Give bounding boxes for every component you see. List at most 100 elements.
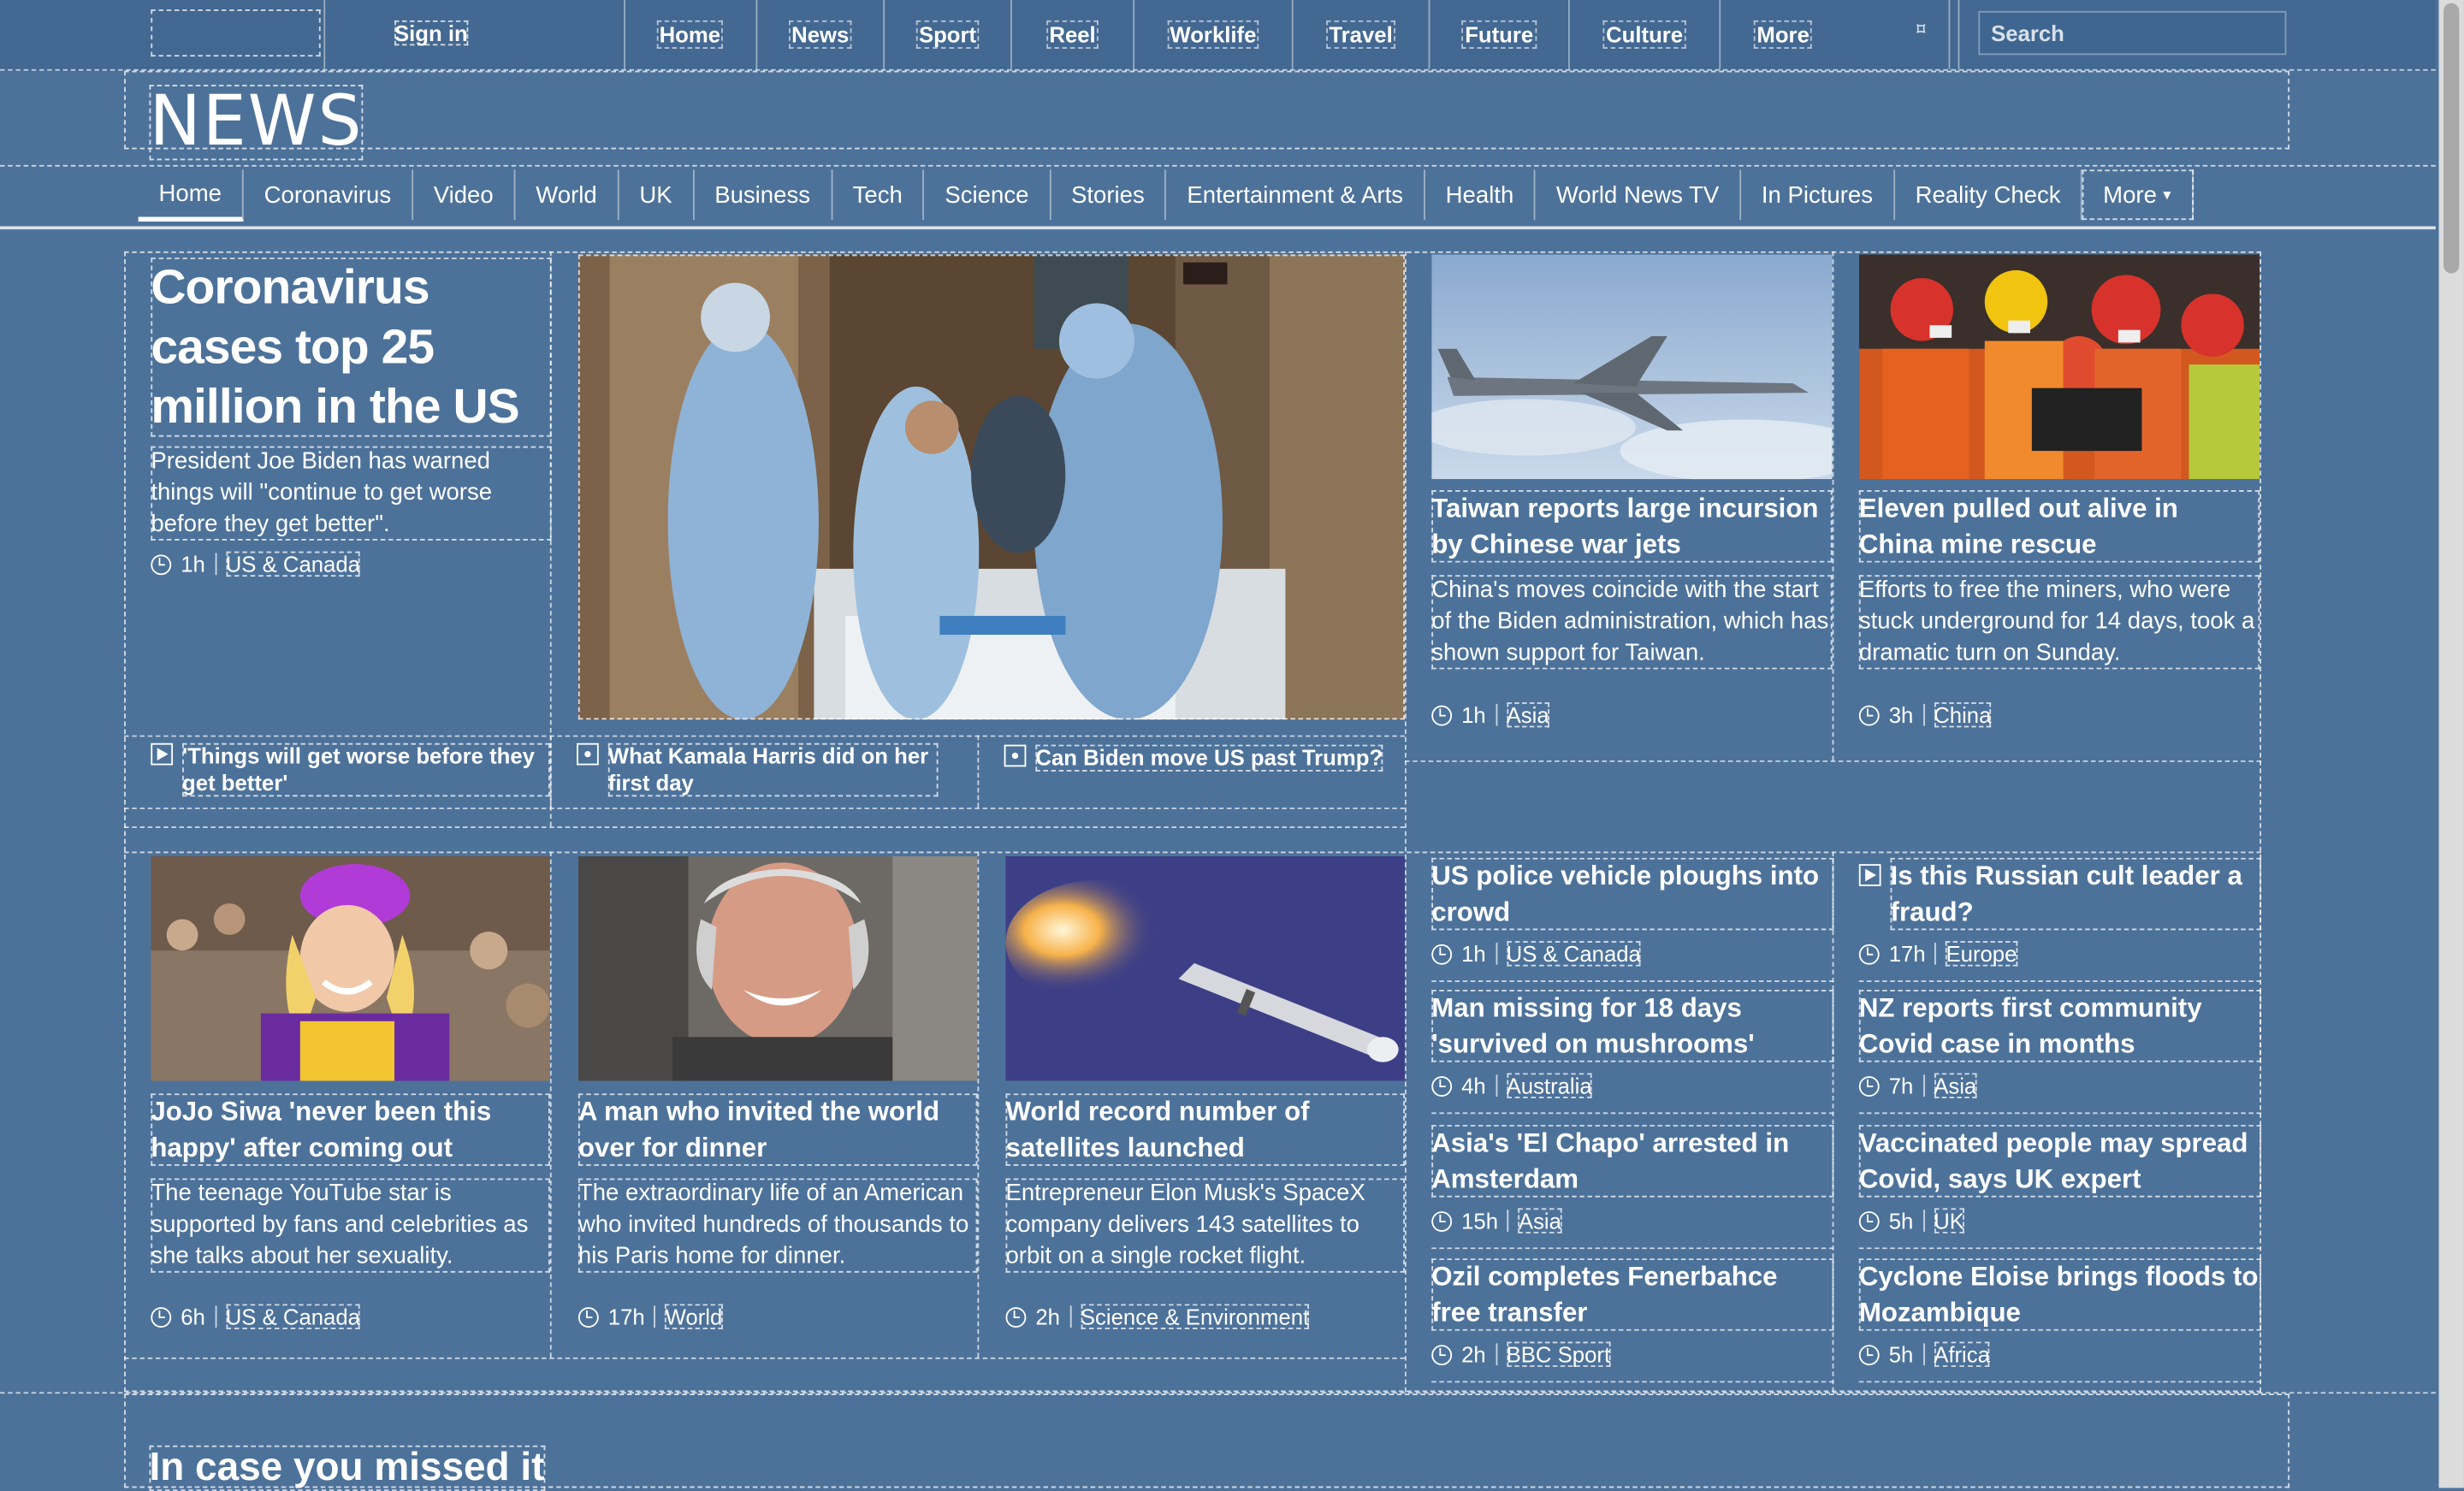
chevron-down-icon: ▾: [2163, 186, 2171, 204]
clock-icon: [151, 1306, 172, 1328]
page-scrollbar[interactable]: [2438, 0, 2464, 1488]
divider: [214, 1305, 216, 1328]
lead-section-link[interactable]: US & Canada: [225, 551, 360, 577]
divider: [977, 851, 980, 1358]
section-nav-more-button[interactable]: More ▾: [2082, 169, 2194, 221]
story-section-link[interactable]: US & Canada: [225, 1304, 360, 1329]
story-section-link[interactable]: Europe: [1946, 941, 2017, 967]
section-nav-item[interactable]: UK: [619, 169, 695, 221]
story-section-link[interactable]: China: [1934, 702, 1992, 728]
top-nav-home[interactable]: Home: [624, 0, 758, 69]
news-brand-logo[interactable]: NEWS: [149, 84, 364, 161]
story-image-dinner-host[interactable]: [578, 856, 978, 1081]
story-image-mine-rescue[interactable]: [1858, 254, 2260, 480]
story-headline[interactable]: World record number of satellites launch…: [1005, 1093, 1406, 1166]
small-story[interactable]: Asia's 'El Chapo' arrested in Amsterdam 1…: [1431, 1125, 1834, 1251]
story-meta: 6h US & Canada: [151, 1304, 360, 1329]
story-headline[interactable]: Is this Russian cult leader a fraud?: [1890, 857, 2262, 931]
lead-image-hospital[interactable]: [578, 254, 1406, 720]
story-headline[interactable]: Eleven pulled out alive in China mine re…: [1858, 490, 2260, 563]
related-link-3[interactable]: Can Biden move US past Trump?: [1004, 744, 1405, 772]
story-headline[interactable]: NZ reports first community Covid case in…: [1858, 990, 2262, 1062]
top-nav-sport[interactable]: Sport: [885, 0, 1012, 69]
divider: [214, 553, 216, 576]
story-section-link[interactable]: Australia: [1506, 1073, 1592, 1098]
story-section-link[interactable]: US & Canada: [1506, 941, 1641, 967]
story-meta: 1h Asia: [1431, 702, 1549, 728]
section-nav-item[interactable]: Tech: [832, 169, 925, 221]
story-section-link[interactable]: Asia: [1506, 702, 1549, 728]
top-nav-news[interactable]: News: [757, 0, 886, 69]
story-meta: 3h China: [1858, 702, 1992, 728]
story-headline[interactable]: Asia's 'El Chapo' arrested in Amsterdam: [1431, 1125, 1834, 1198]
top-nav-more[interactable]: More ⌑: [1721, 0, 1960, 69]
scrollbar-thumb[interactable]: [2443, 3, 2460, 274]
small-story[interactable]: NZ reports first community Covid case in…: [1858, 990, 2262, 1115]
story-time: 17h: [607, 1304, 645, 1329]
section-nav-item[interactable]: In Pictures: [1741, 169, 1895, 221]
story-image-jet[interactable]: [1431, 254, 1833, 480]
lead-headline[interactable]: Coronavirus cases top 25 million in the …: [151, 257, 552, 437]
section-nav-item[interactable]: Business: [694, 169, 832, 221]
story-headline[interactable]: Man missing for 18 days 'survived on mus…: [1431, 990, 1834, 1062]
bbc-logo[interactable]: [151, 9, 321, 57]
section-nav-item[interactable]: Home: [138, 169, 244, 222]
story-headline[interactable]: JoJo Siwa 'never been this happy' after …: [151, 1093, 550, 1166]
story-meta: 5h Africa: [1858, 1341, 1990, 1367]
divider: [977, 735, 980, 808]
section-nav-item[interactable]: Entertainment & Arts: [1166, 169, 1425, 221]
top-nav-future[interactable]: Future: [1430, 0, 1570, 69]
story-section-link[interactable]: BBC Sport: [1506, 1341, 1611, 1367]
section-nav-item[interactable]: Stories: [1051, 169, 1167, 221]
story-meta: 2h BBC Sport: [1431, 1341, 1611, 1367]
small-story[interactable]: Is this Russian cult leader a fraud? 17h E…: [1858, 857, 2262, 984]
story-section-link[interactable]: Asia: [1518, 1208, 1561, 1234]
related-link-2[interactable]: What Kamala Harris did on her first day: [577, 743, 939, 797]
story-headline[interactable]: Vaccinated people may spread Covid, says…: [1858, 1125, 2262, 1198]
section-nav-item[interactable]: World: [515, 169, 619, 221]
section-nav-item[interactable]: Reality Check: [1895, 169, 2083, 221]
small-story[interactable]: Cyclone Eloise brings floods to Mozambiq…: [1858, 1258, 2262, 1384]
story-section-link[interactable]: UK: [1934, 1208, 1964, 1234]
story-image-rocket-launch[interactable]: [1005, 856, 1406, 1081]
small-story[interactable]: US police vehicle ploughs into crowd 1h US…: [1431, 857, 1834, 984]
play-icon: [1858, 864, 1881, 886]
top-nav-reel[interactable]: Reel: [1012, 0, 1135, 69]
search-input[interactable]: [1978, 10, 2287, 56]
small-story[interactable]: Man missing for 18 days 'survived on mus…: [1431, 990, 1834, 1115]
story-headline[interactable]: Ozil completes Fenerbahce free transfer: [1431, 1258, 1834, 1331]
section-nav-item[interactable]: Video: [413, 169, 516, 221]
story-headline[interactable]: Cyclone Eloise brings floods to Mozambiq…: [1858, 1258, 2262, 1331]
small-story[interactable]: Vaccinated people may spread Covid, says…: [1858, 1125, 2262, 1251]
story-time: 17h: [1888, 941, 1926, 967]
section-nav-item[interactable]: World News TV: [1536, 169, 1741, 221]
divider: [1922, 1210, 1925, 1232]
section-nav-items: Home Coronavirus Video World UK Business Tech S…: [138, 169, 2194, 222]
divider: [1069, 1305, 1071, 1328]
related-link-text: Can Biden move US past Trump?: [1035, 744, 1383, 772]
clock-icon: [1858, 1075, 1880, 1097]
story-section-link[interactable]: Asia: [1934, 1073, 1977, 1098]
section-nav-item[interactable]: Coronavirus: [244, 169, 413, 221]
story-section-link[interactable]: World: [665, 1304, 723, 1329]
story-section-link[interactable]: Africa: [1934, 1341, 1990, 1367]
story-headline[interactable]: Taiwan reports large incursion by Chines…: [1431, 490, 1833, 563]
clock-icon: [1005, 1306, 1027, 1328]
story-headline[interactable]: A man who invited the world over for din…: [578, 1093, 978, 1166]
small-story[interactable]: Ozil completes Fenerbahce free transfer 2…: [1431, 1258, 1834, 1384]
sign-in-button[interactable]: Sign in: [323, 0, 626, 69]
story-section-link[interactable]: Science & Environment: [1080, 1304, 1310, 1329]
top-nav-travel[interactable]: Travel: [1294, 0, 1430, 69]
related-link-1[interactable]: 'Things will get worse before they get b…: [151, 743, 550, 797]
top-nav-culture[interactable]: Culture: [1570, 0, 1721, 69]
top-nav-label: Sport: [915, 20, 980, 49]
top-nav-worklife[interactable]: Worklife: [1134, 0, 1294, 69]
section-nav-item[interactable]: Science: [925, 169, 1051, 221]
divider: [1431, 1247, 1834, 1250]
story-time: 5h: [1888, 1208, 1914, 1234]
divider: [1495, 703, 1497, 726]
section-nav-item[interactable]: Health: [1425, 169, 1537, 221]
divider: [124, 808, 1406, 809]
story-headline[interactable]: US police vehicle ploughs into crowd: [1431, 857, 1834, 931]
story-image-jojo-siwa[interactable]: [151, 856, 550, 1081]
